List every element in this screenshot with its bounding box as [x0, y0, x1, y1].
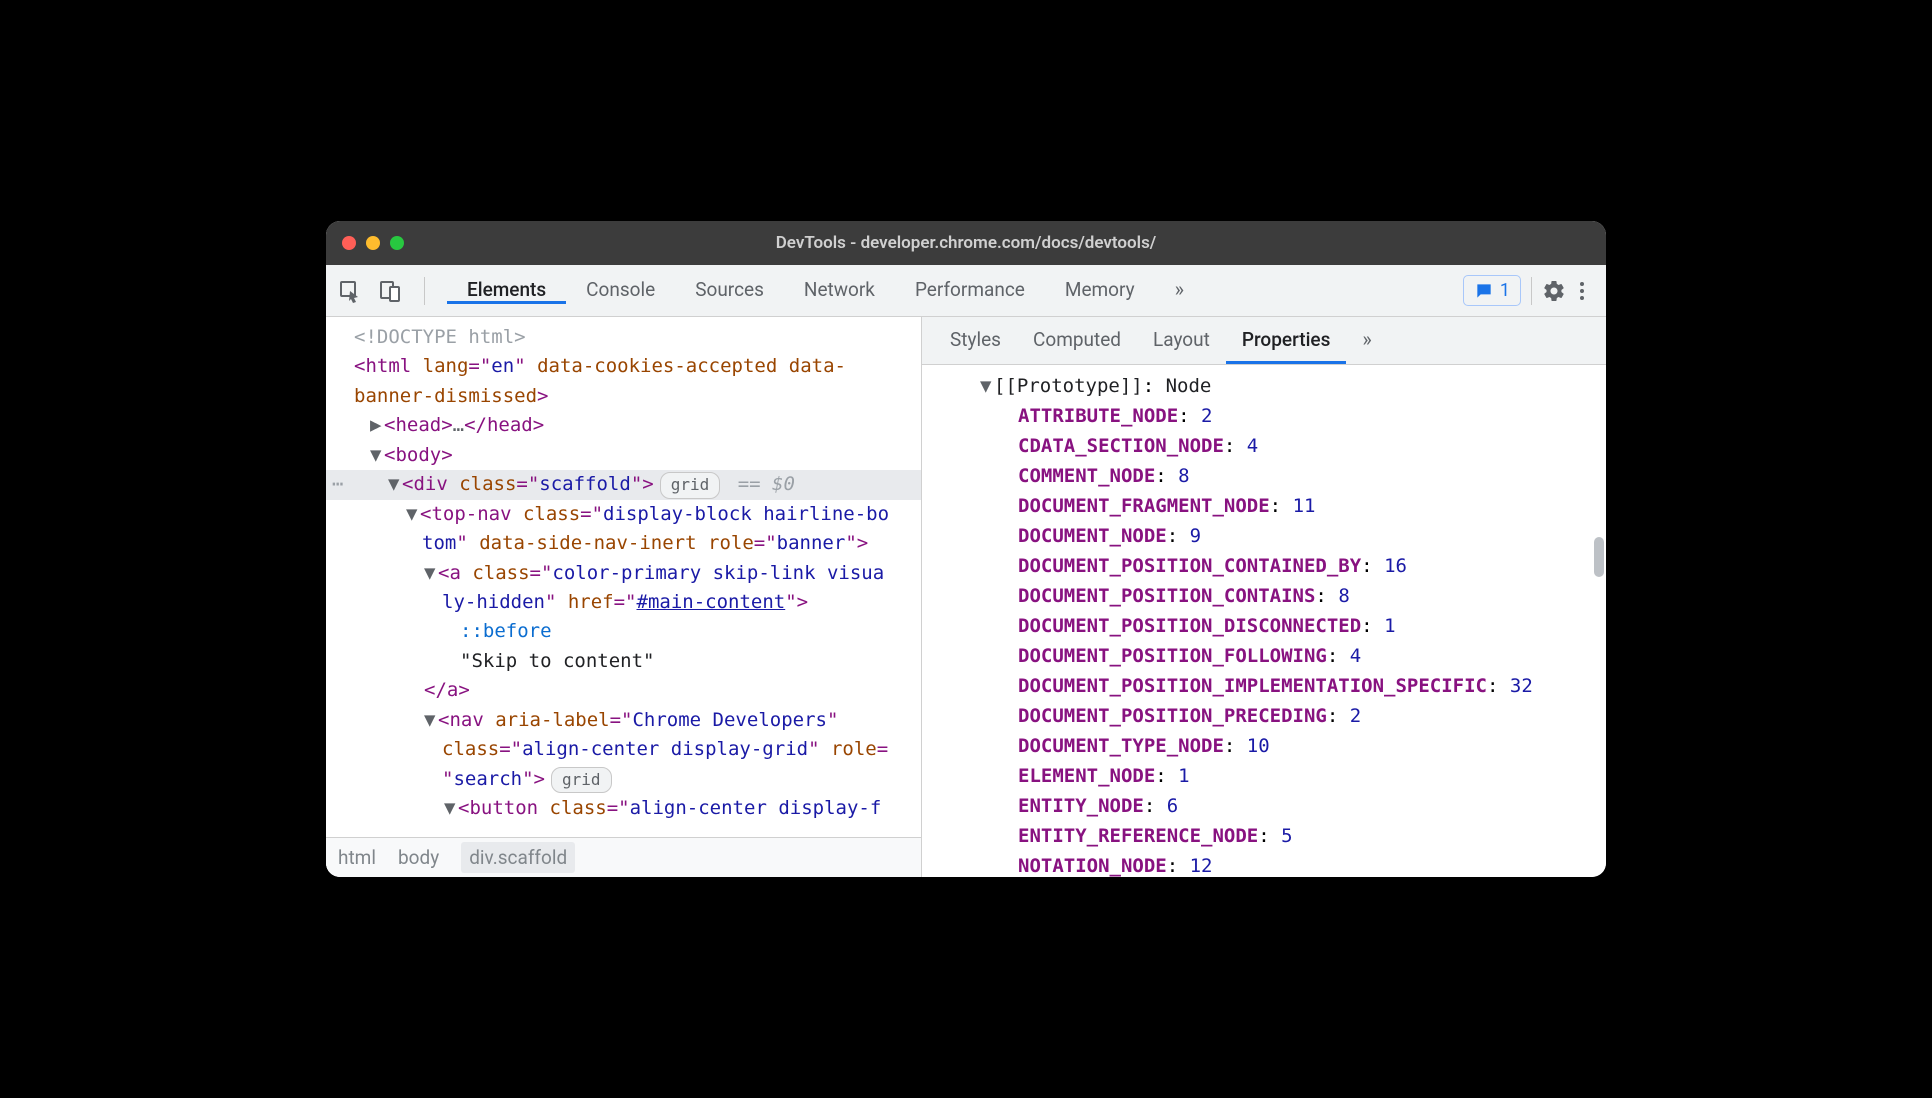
subtab-styles[interactable]: Styles — [934, 317, 1017, 364]
selected-div-scaffold[interactable]: ⋯ ▼<div class="scaffold">grid == $0 — [326, 470, 921, 499]
a-close-tag[interactable]: </a> — [424, 679, 470, 701]
property-row[interactable]: NOTATION_NODE: 12 — [982, 851, 1606, 877]
elements-panel: <!DOCTYPE html> <html lang="en" data-coo… — [326, 317, 922, 877]
prototype-row[interactable]: ▼[[Prototype]]: Node — [980, 371, 1606, 401]
main-tabs: Elements Console Sources Network Perform… — [447, 277, 1204, 304]
property-row[interactable]: ELEMENT_NODE: 1 — [982, 761, 1606, 791]
tab-elements[interactable]: Elements — [447, 278, 566, 304]
tab-performance[interactable]: Performance — [895, 278, 1045, 304]
properties-list[interactable]: ▼[[Prototype]]: Node ATTRIBUTE_NODE: 2CD… — [922, 365, 1606, 877]
property-row[interactable]: DOCUMENT_POSITION_CONTAINS: 8 — [982, 581, 1606, 611]
sidebar-panel: Styles Computed Layout Properties » ▼[[P… — [922, 317, 1606, 877]
property-row[interactable]: COMMENT_NODE: 8 — [982, 461, 1606, 491]
breadcrumb-html[interactable]: html — [338, 846, 376, 869]
settings-icon[interactable] — [1542, 279, 1566, 303]
subtab-layout[interactable]: Layout — [1137, 317, 1226, 364]
tabs-overflow-button[interactable]: » — [1155, 277, 1204, 304]
property-row[interactable]: DOCUMENT_FRAGMENT_NODE: 11 — [982, 491, 1606, 521]
titlebar: DevTools - developer.chrome.com/docs/dev… — [326, 221, 1606, 265]
devtools-window: DevTools - developer.chrome.com/docs/dev… — [326, 221, 1606, 877]
device-toolbar-icon[interactable] — [378, 279, 402, 303]
maximize-window-button[interactable] — [390, 236, 404, 250]
property-row[interactable]: ATTRIBUTE_NODE: 2 — [982, 401, 1606, 431]
property-row[interactable]: DOCUMENT_POSITION_FOLLOWING: 4 — [982, 641, 1606, 671]
subtab-computed[interactable]: Computed — [1017, 317, 1137, 364]
pseudo-before[interactable]: ::before — [460, 620, 552, 642]
issues-count: 1 — [1500, 280, 1510, 301]
toolbar-divider — [1531, 277, 1532, 305]
top-nav-element[interactable]: ▼<top-nav class="display-block hairline-… — [326, 500, 921, 529]
nav-element[interactable]: ▼<nav aria-label="Chrome Developers" — [326, 706, 921, 735]
window-title: DevTools - developer.chrome.com/docs/dev… — [326, 233, 1606, 253]
content: <!DOCTYPE html> <html lang="en" data-coo… — [326, 317, 1606, 877]
traffic-lights — [342, 236, 404, 250]
toolbar-divider — [424, 277, 425, 305]
href-link[interactable]: #main-content — [637, 591, 786, 613]
console-reference: == $0 — [738, 473, 795, 495]
scrollbar-thumb[interactable] — [1594, 537, 1604, 577]
property-row[interactable]: DOCUMENT_NODE: 9 — [982, 521, 1606, 551]
sidebar-tabs: Styles Computed Layout Properties » — [922, 317, 1606, 365]
property-row[interactable]: DOCUMENT_POSITION_PRECEDING: 2 — [982, 701, 1606, 731]
property-row[interactable]: DOCUMENT_POSITION_DISCONNECTED: 1 — [982, 611, 1606, 641]
breadcrumb-body[interactable]: body — [398, 846, 439, 869]
minimize-window-button[interactable] — [366, 236, 380, 250]
head-element[interactable]: ▶<head>…</head> — [326, 411, 921, 440]
html-element[interactable]: <html lang="en" data-cookies-accepted da… — [326, 352, 921, 381]
property-row[interactable]: DOCUMENT_POSITION_CONTAINED_BY: 16 — [982, 551, 1606, 581]
property-row[interactable]: DOCUMENT_TYPE_NODE: 10 — [982, 731, 1606, 761]
property-row[interactable]: ENTITY_REFERENCE_NODE: 5 — [982, 821, 1606, 851]
inspect-element-icon[interactable] — [338, 279, 362, 303]
grid-badge[interactable]: grid — [551, 767, 612, 794]
skip-link-anchor[interactable]: ▼<a class="color-primary skip-link visua — [326, 559, 921, 588]
subtabs-overflow-button[interactable]: » — [1346, 317, 1387, 364]
tab-console[interactable]: Console — [566, 278, 675, 304]
tab-network[interactable]: Network — [784, 278, 895, 304]
grid-badge[interactable]: grid — [660, 472, 721, 499]
breadcrumb-bar: html body div.scaffold — [326, 837, 921, 877]
more-menu-icon[interactable] — [1570, 279, 1594, 303]
tab-memory[interactable]: Memory — [1045, 278, 1155, 304]
property-row[interactable]: CDATA_SECTION_NODE: 4 — [982, 431, 1606, 461]
property-row[interactable]: DOCUMENT_POSITION_IMPLEMENTATION_SPECIFI… — [982, 671, 1606, 701]
message-icon — [1474, 281, 1494, 301]
close-window-button[interactable] — [342, 236, 356, 250]
dom-tree[interactable]: <!DOCTYPE html> <html lang="en" data-coo… — [326, 317, 921, 837]
main-toolbar: Elements Console Sources Network Perform… — [326, 265, 1606, 317]
skip-content-text[interactable]: "Skip to content" — [460, 650, 654, 672]
issues-button[interactable]: 1 — [1463, 275, 1521, 306]
tab-sources[interactable]: Sources — [675, 278, 784, 304]
button-element[interactable]: ▼<button class="align-center display-f — [326, 794, 921, 823]
ellipsis-icon[interactable]: ⋯ — [332, 470, 343, 499]
breadcrumb-div-scaffold[interactable]: div.scaffold — [461, 842, 575, 873]
subtab-properties[interactable]: Properties — [1226, 317, 1347, 364]
doctype-node[interactable]: <!DOCTYPE html> — [354, 326, 526, 348]
body-element[interactable]: ▼<body> — [326, 441, 921, 470]
property-row[interactable]: ENTITY_NODE: 6 — [982, 791, 1606, 821]
